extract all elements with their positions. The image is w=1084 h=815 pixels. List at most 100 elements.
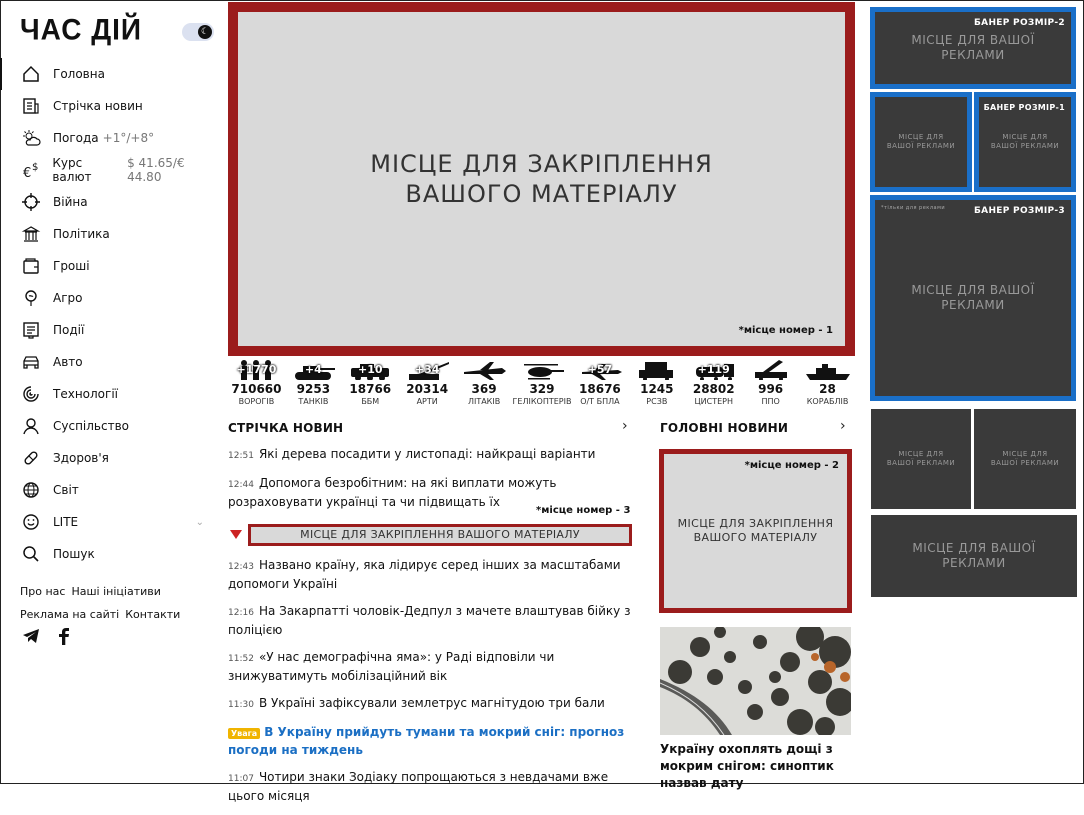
- stat-label: ББМ: [361, 397, 380, 406]
- stat-silhouette-icon: [805, 358, 850, 380]
- feed-time: 12:43: [228, 562, 254, 572]
- facebook-icon[interactable]: [58, 628, 70, 645]
- sidebar-item-2[interactable]: Погода +1°/+8°: [0, 122, 220, 154]
- pinned-slot-1[interactable]: МІСЦЕ ДЛЯ ЗАКРІПЛЕННЯ ВАШОГО МАТЕРІАЛУ *…: [228, 2, 855, 356]
- stat-item: 1245 РСЗВ: [628, 358, 685, 412]
- stat-item: 329 ГЕЛІКОПТЕРІВ: [513, 358, 571, 412]
- news-feed: 12:51 Які дерева посадити у листопаді: на…: [228, 446, 638, 815]
- sidebar-item-label: Події: [53, 323, 85, 337]
- feed-item[interactable]: 12:43 Названо країну, яка лідирує серед і…: [228, 557, 638, 593]
- feed-item-alert[interactable]: Увага В Україну прийдуть тумани та мокрий…: [228, 724, 638, 759]
- feed-item[interactable]: 12:16 На Закарпатті чоловік-Дедпул з маче…: [228, 603, 638, 639]
- stat-label: ППО: [761, 397, 780, 406]
- stat-value: 28802: [692, 382, 735, 396]
- sidebar-item-8[interactable]: Події: [0, 314, 220, 346]
- sidebar-item-12[interactable]: Здоров'я: [0, 442, 220, 474]
- sidebar-item-14[interactable]: LITE ⌄: [0, 506, 220, 538]
- about-link[interactable]: Про нас: [20, 585, 65, 598]
- sidebar-item-label: Гроші: [53, 259, 90, 273]
- sidebar-item-label: Технології: [53, 387, 118, 401]
- banner-text: МІСЦЕ ДЛЯ ВАШОЇ РЕКЛАМИ: [990, 450, 1060, 467]
- feed-item[interactable]: 12:51 Які дерева посадити у листопаді: на…: [228, 446, 638, 465]
- advertising-link[interactable]: Реклама на сайті: [20, 608, 119, 621]
- sidebar-item-6[interactable]: Гроші: [0, 250, 220, 282]
- smile-icon: [20, 512, 42, 532]
- events-icon: [20, 320, 42, 340]
- banner-size-1[interactable]: БАНЕР РОЗМІР-1 МІСЦЕ ДЛЯ ВАШОЇ РЕКЛАМИ: [974, 92, 1076, 192]
- top-news-title[interactable]: ГОЛОВНІ НОВИНИ: [660, 421, 788, 435]
- banner-plain[interactable]: МІСЦЕ ДЛЯ ВАШОЇ РЕКЛАМИ: [871, 409, 971, 509]
- sidebar-item-label: Пошук: [53, 547, 95, 561]
- feed-time: 12:51: [228, 451, 254, 461]
- stat-label: ЛІТАКІВ: [467, 397, 501, 406]
- banner-tiny-note: *тільки для реклами: [881, 205, 946, 211]
- feed-title[interactable]: СТРІЧКА НОВИН: [228, 421, 343, 435]
- currency-icon: € $: [20, 160, 41, 180]
- feed-item[interactable]: 11:52 «У нас демографічна яма»: у Раді ві…: [228, 649, 638, 685]
- stat-label: ВОРОГІВ: [238, 397, 275, 406]
- sidebar-item-4[interactable]: Війна: [0, 186, 220, 218]
- banner-label: БАНЕР РОЗМІР-3: [974, 206, 1065, 216]
- stat-value: 1245: [640, 382, 674, 396]
- sidebar-item-9[interactable]: Авто: [0, 346, 220, 378]
- banner-text: МІСЦЕ ДЛЯ ВАШОЇ РЕКЛАМИ: [990, 133, 1060, 150]
- stat-silhouette-icon: [635, 358, 679, 380]
- feed-text: Допомога безробітним: на які виплати мож…: [228, 476, 557, 509]
- stat-value: 710660: [231, 382, 282, 396]
- svg-text:$: $: [32, 162, 38, 173]
- banner-small[interactable]: МІСЦЕ ДЛЯ ВАШОЇ РЕКЛАМИ: [870, 92, 972, 192]
- pinned-slot-2[interactable]: *місце номер - 2 МІСЦЕ ДЛЯ ЗАКРІПЛЕННЯ В…: [659, 449, 852, 613]
- stat-label: О/Т БПЛА: [580, 397, 620, 406]
- theme-toggle[interactable]: ☾: [182, 23, 214, 41]
- stat-silhouette-icon: +57: [578, 358, 622, 380]
- banner-wide[interactable]: МІСЦЕ ДЛЯ ВАШОЇ РЕКЛАМИ: [871, 515, 1077, 597]
- stat-item: +1770 710660 ВОРОГІВ: [228, 358, 285, 412]
- stat-item: 28 КОРАБЛІВ: [799, 358, 856, 412]
- news-caption[interactable]: Україну охоплять дощі з мокрим снігом: с…: [660, 741, 860, 792]
- pill-icon: [20, 448, 42, 468]
- crosshair-icon: [20, 192, 42, 212]
- pinned-slot-2-text: МІСЦЕ ДЛЯ ЗАКРІПЛЕННЯ ВАШОГО МАТЕРІАЛУ: [677, 517, 834, 544]
- sidebar-item-label: Суспільство: [53, 419, 130, 433]
- feed-item[interactable]: 11:30 В Україні зафіксували землетрус маг…: [228, 695, 638, 714]
- banner-size-3[interactable]: *тільки для реклами БАНЕР РОЗМІР-3 МІСЦЕ…: [870, 195, 1076, 401]
- sidebar-item-label: LITE: [53, 515, 79, 529]
- sidebar-item-label: Здоров'я: [53, 451, 109, 465]
- sidebar-item-label: Погода: [53, 131, 99, 145]
- chevron-down-icon[interactable]: ⌄: [196, 517, 204, 528]
- banner-label: БАНЕР РОЗМІР-2: [974, 18, 1065, 28]
- stat-item: +4 9253 ТАНКІВ: [285, 358, 342, 412]
- sidebar-item-label: Агро: [53, 291, 83, 305]
- feed-item[interactable]: 11:07 Чотири знаки Зодіаку попрощаються з…: [228, 769, 638, 805]
- war-stats: +1770 710660 ВОРОГІВ +4 9253 ТАНКІВ +10 18766 ББ…: [228, 358, 856, 412]
- sidebar-item-label: Світ: [53, 483, 79, 497]
- feed-arrow-icon[interactable]: ›: [622, 418, 628, 434]
- sidebar-item-15[interactable]: Пошук: [0, 538, 220, 570]
- sidebar-item-10[interactable]: Технології: [0, 378, 220, 410]
- sidebar-item-7[interactable]: Агро: [0, 282, 220, 314]
- site-logo[interactable]: ЧАС ДІЙ: [20, 13, 142, 47]
- pinned-slot-3[interactable]: *місце номер - 3 МІСЦЕ ДЛЯ ЗАКРІПЛЕННЯ В…: [228, 505, 638, 549]
- politics-icon: [20, 224, 42, 244]
- top-news-arrow-icon[interactable]: ›: [840, 418, 846, 434]
- sidebar-item-3[interactable]: € $ Курс валют $ 41.65/€ 44.80: [0, 154, 220, 186]
- sidebar-item-0[interactable]: Головна: [0, 58, 220, 90]
- stat-value: 369: [471, 382, 497, 396]
- initiatives-link[interactable]: Наші ініціативи: [71, 585, 160, 598]
- news-image[interactable]: [660, 627, 851, 735]
- feed-icon: [20, 96, 42, 116]
- telegram-icon[interactable]: [22, 628, 40, 644]
- feed-text: В Україну прийдуть тумани та мокрий сніг…: [228, 725, 625, 757]
- sidebar-item-1[interactable]: Стрічка новин: [0, 90, 220, 122]
- feed-time: 11:07: [228, 774, 254, 784]
- sidebar-item-label: Головна: [53, 67, 105, 81]
- sidebar-item-13[interactable]: Світ: [0, 474, 220, 506]
- banner-plain[interactable]: МІСЦЕ ДЛЯ ВАШОЇ РЕКЛАМИ: [974, 409, 1076, 509]
- banner-size-2[interactable]: БАНЕР РОЗМІР-2 МІСЦЕ ДЛЯ ВАШОЇ РЕКЛАМИ: [870, 7, 1076, 89]
- stat-delta: +10: [358, 363, 383, 376]
- social-links: [22, 628, 70, 645]
- stat-silhouette-icon: +10: [348, 358, 392, 380]
- sidebar-item-5[interactable]: Політика: [0, 218, 220, 250]
- contacts-link[interactable]: Контакти: [125, 608, 180, 621]
- sidebar-item-11[interactable]: Суспільство: [0, 410, 220, 442]
